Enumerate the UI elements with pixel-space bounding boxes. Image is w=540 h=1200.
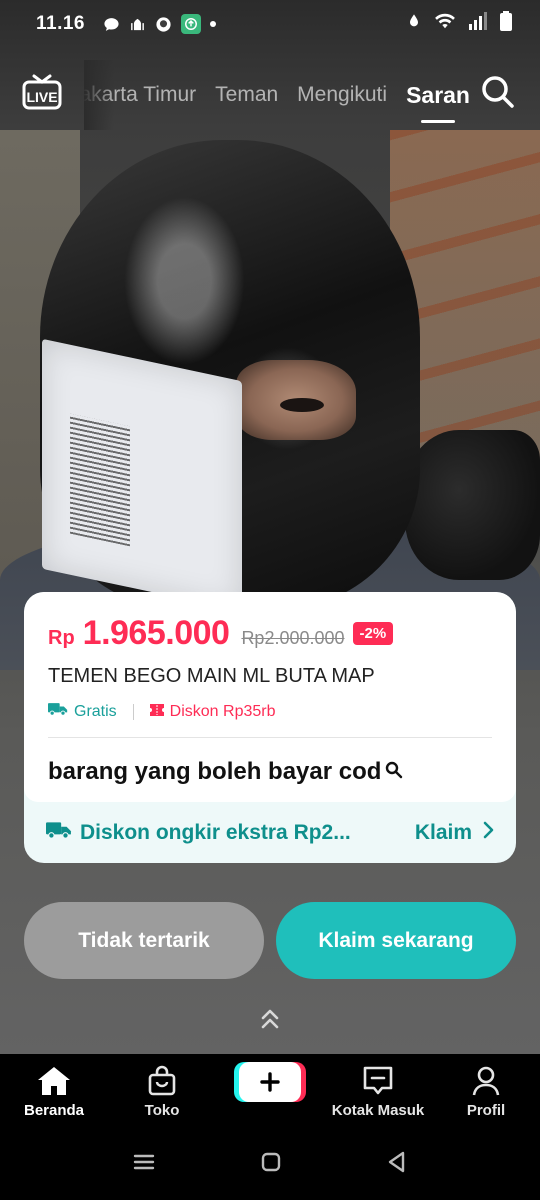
live-icon-label: LIVE	[26, 89, 57, 105]
truck-icon	[48, 702, 68, 721]
recent-apps-icon[interactable]	[133, 1153, 155, 1176]
status-bar: 11.16	[0, 0, 540, 48]
github-icon	[155, 16, 172, 33]
search-suggestion[interactable]: barang yang boleh bayar cod	[48, 758, 492, 786]
claim-now-button[interactable]: Klaim sekarang	[276, 902, 516, 979]
tab-profile-label: Profil	[466, 1102, 506, 1119]
tab-shop-label: Toko	[144, 1102, 180, 1119]
bottom-tab-bar: Beranda Toko Kotak Masuk Profil	[0, 1054, 540, 1128]
shop-bag-icon	[147, 1064, 177, 1098]
claim-link[interactable]: Klaim	[415, 821, 494, 845]
product-info: Rp 1.965.000 Rp2.000.000 -2% TEMEN BEGO …	[24, 592, 516, 802]
not-interested-button[interactable]: Tidak tertarik	[24, 902, 264, 979]
create-plus-icon	[239, 1062, 301, 1102]
original-price: Rp2.000.000	[241, 628, 345, 648]
tab-friends[interactable]: Teman	[215, 83, 278, 107]
chevrons-up-icon[interactable]	[258, 1006, 282, 1032]
chat-bubble-icon	[103, 16, 120, 33]
tab-create[interactable]	[216, 1054, 324, 1102]
more-notifications-dot	[210, 21, 216, 27]
chevron-right-icon	[482, 821, 494, 845]
inbox-icon	[361, 1064, 395, 1098]
plastic-bag	[405, 430, 540, 580]
back-icon[interactable]	[387, 1151, 407, 1178]
tab-following[interactable]: Mengikuti	[297, 83, 387, 107]
price-currency: Rp	[48, 627, 75, 649]
signal-icon	[468, 12, 488, 36]
profile-icon	[471, 1064, 501, 1098]
tab-for-you[interactable]: Saran	[406, 82, 470, 109]
home-icon	[36, 1064, 72, 1098]
tab-home-label: Beranda	[23, 1102, 85, 1119]
tab-inbox-label: Kotak Masuk	[331, 1102, 425, 1119]
product-title: TEMEN BEGO MAIN ML BUTA MAP	[48, 665, 375, 687]
discount-tag: Diskon Rp35rb	[149, 702, 276, 721]
feed-tabs: Jakarta Timur Teman Mengikuti Saran	[84, 60, 470, 130]
top-nav: LIVE Jakarta Timur Teman Mengikuti Saran	[0, 60, 540, 130]
discount-label: Diskon Rp35rb	[169, 702, 276, 720]
create-button	[239, 1062, 301, 1102]
promo-bar[interactable]: Diskon ongkir ekstra Rp2... Klaim	[24, 802, 516, 863]
query-search-icon	[385, 761, 403, 784]
home-nav-icon[interactable]	[261, 1152, 281, 1177]
battery-icon	[500, 11, 512, 37]
coupon-icon	[149, 703, 164, 721]
barcode	[70, 413, 130, 547]
card-divider	[48, 737, 492, 738]
product-card[interactable]: Rp 1.965.000 Rp2.000.000 -2% TEMEN BEGO …	[24, 592, 516, 863]
tab-home[interactable]: Beranda	[0, 1054, 108, 1119]
tab-profile[interactable]: Profil	[432, 1054, 540, 1119]
upload-app-icon	[181, 14, 201, 34]
eye	[280, 398, 324, 412]
tab-shop[interactable]: Toko	[108, 1054, 216, 1119]
wifi-icon	[434, 12, 456, 36]
tag-divider	[132, 703, 134, 720]
free-shipping-label: Gratis	[74, 702, 117, 720]
tabs-fade-overlay	[84, 60, 114, 130]
price-value: 1.965.000	[82, 614, 230, 652]
status-time: 11.16	[36, 13, 85, 34]
data-saver-icon	[406, 12, 422, 36]
claim-label: Klaim	[414, 820, 472, 844]
mosque-icon	[129, 16, 146, 33]
video-background[interactable]	[0, 0, 540, 1054]
notification-icons	[103, 14, 216, 34]
live-button[interactable]: LIVE	[22, 72, 62, 110]
tab-inbox[interactable]: Kotak Masuk	[324, 1054, 432, 1119]
system-status-icons	[406, 11, 512, 37]
promo-text: Diskon ongkir ekstra Rp2...	[80, 820, 351, 844]
system-nav-bar	[0, 1128, 540, 1200]
search-query-text: barang yang boleh bayar cod	[48, 758, 382, 785]
product-tags: Gratis Diskon Rp35rb	[48, 702, 492, 721]
search-icon[interactable]	[480, 74, 516, 110]
price-row: Rp 1.965.000 Rp2.000.000 -2%	[48, 614, 492, 653]
shipping-truck-icon	[46, 821, 72, 844]
discount-badge: -2%	[352, 622, 394, 645]
free-shipping-tag: Gratis	[48, 702, 117, 721]
